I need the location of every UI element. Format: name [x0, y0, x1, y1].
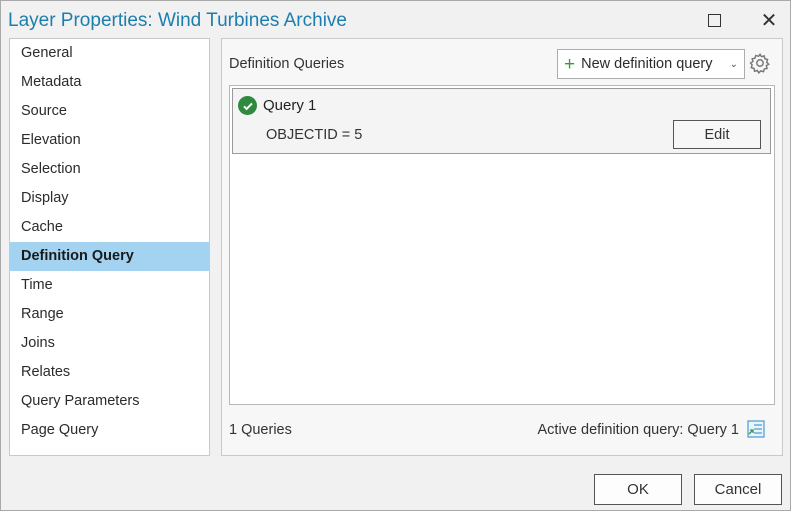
close-icon: ✕ — [760, 9, 778, 32]
sidebar-item-general[interactable]: General — [10, 39, 209, 68]
query-expression: OBJECTID = 5 — [266, 127, 363, 143]
sidebar-item-joins[interactable]: Joins — [10, 329, 209, 358]
sidebar-item-source[interactable]: Source — [10, 97, 209, 126]
maximize-icon — [707, 13, 721, 27]
edit-query-button[interactable]: Edit — [673, 120, 761, 149]
sidebar-item-relates[interactable]: Relates — [10, 358, 209, 387]
sidebar-item-metadata[interactable]: Metadata — [10, 68, 209, 97]
sidebar-item-selection[interactable]: Selection — [10, 155, 209, 184]
dialog-title: Layer Properties: Wind Turbines Archive — [8, 10, 347, 31]
maximize-button[interactable] — [701, 9, 727, 31]
sidebar-item-time[interactable]: Time — [10, 271, 209, 300]
close-button[interactable]: ✕ — [756, 9, 782, 32]
sidebar-item-definition-query[interactable]: Definition Query — [10, 242, 209, 271]
ok-button[interactable]: OK — [594, 474, 682, 505]
sidebar-item-query-parameters[interactable]: Query Parameters — [10, 387, 209, 416]
gear-icon[interactable] — [749, 52, 771, 74]
sidebar-item-elevation[interactable]: Elevation — [10, 126, 209, 155]
sidebar-item-range[interactable]: Range — [10, 300, 209, 329]
plus-icon: + — [564, 53, 576, 75]
section-label: Definition Queries — [229, 56, 345, 72]
query-list-icon[interactable] — [746, 419, 766, 439]
definition-query-panel: Definition Queries + New definition quer… — [221, 38, 783, 456]
new-definition-query-label: New definition query — [581, 56, 713, 72]
query-list: Query 1 OBJECTID = 5 Edit — [229, 85, 775, 405]
check-circle-icon — [238, 96, 257, 115]
query-item[interactable]: Query 1 OBJECTID = 5 Edit — [232, 88, 771, 154]
cancel-button[interactable]: Cancel — [694, 474, 782, 505]
sidebar-item-page-query[interactable]: Page Query — [10, 416, 209, 445]
chevron-down-icon[interactable]: ⌄ — [730, 59, 738, 70]
sidebar-item-cache[interactable]: Cache — [10, 213, 209, 242]
sidebar: General Metadata Source Elevation Select… — [9, 38, 210, 456]
sidebar-item-display[interactable]: Display — [10, 184, 209, 213]
query-count: 1 Queries — [229, 422, 292, 438]
query-name: Query 1 — [263, 97, 317, 114]
new-definition-query-button[interactable]: + New definition query ⌄ — [557, 49, 745, 79]
active-query-label: Active definition query: Query 1 — [537, 422, 740, 438]
